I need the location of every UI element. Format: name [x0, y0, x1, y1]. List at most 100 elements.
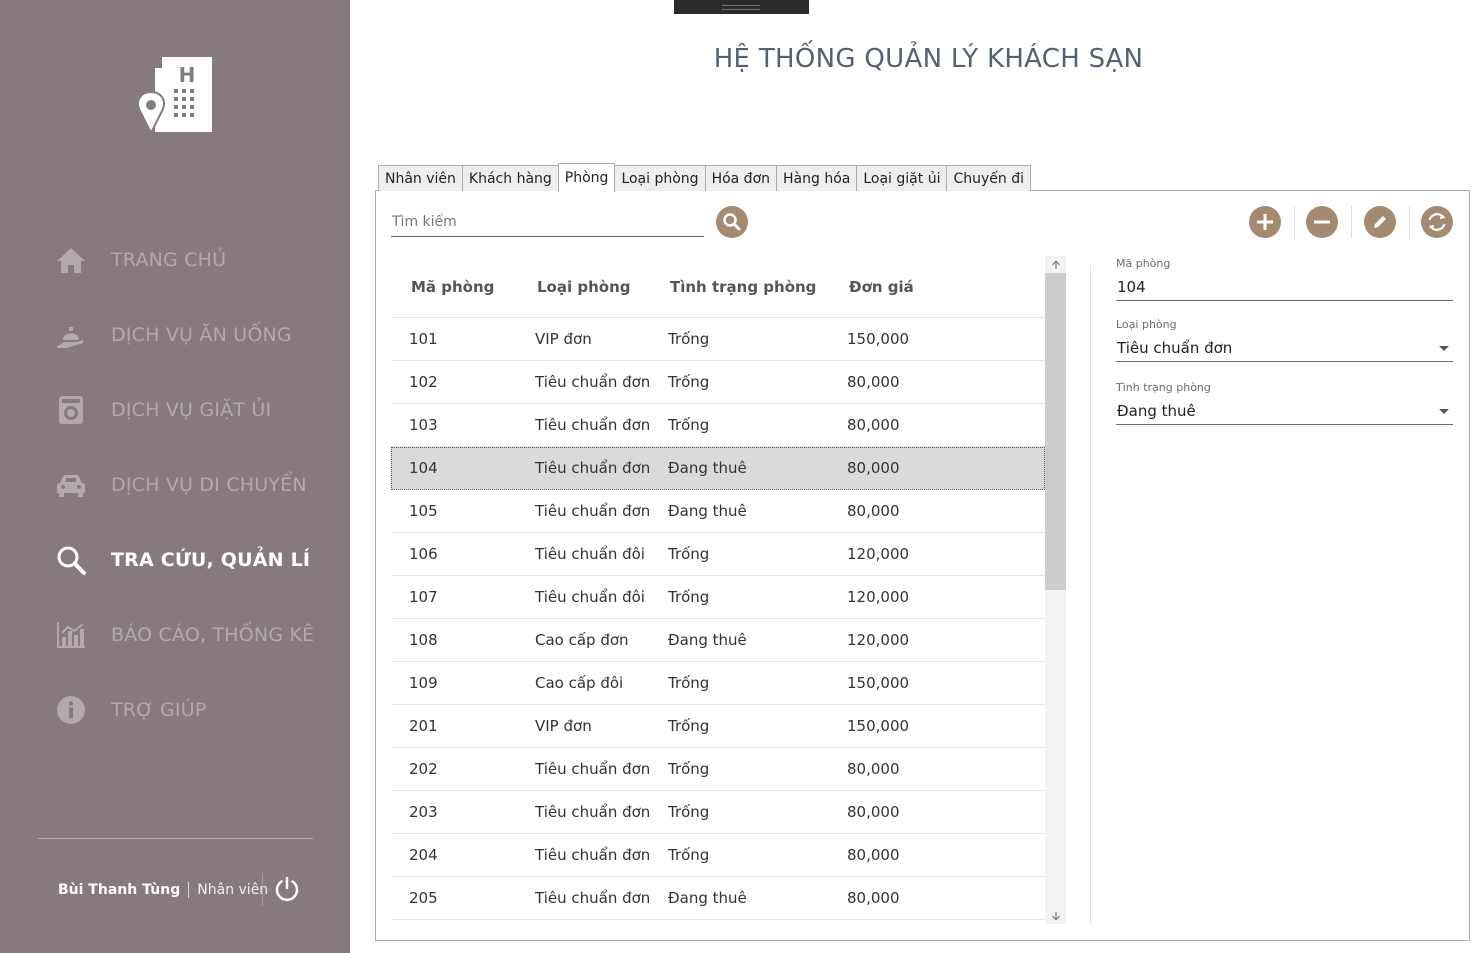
- table-body: 101 VIP đơn Trống 150,000 102 Tiêu chuẩn đơn T…: [391, 318, 1045, 920]
- chart-icon: [55, 619, 87, 651]
- table-cell: 101: [409, 330, 438, 348]
- nav-item-dich-vu-giat-ui[interactable]: DỊCH VỤ GIẶT ỦI: [55, 390, 335, 430]
- delete-button[interactable]: [1306, 206, 1338, 238]
- column-header-loai-phong[interactable]: Loại phòng: [537, 278, 631, 296]
- table-row[interactable]: 205 Tiêu chuẩn đơn Đang thuê 80,000: [391, 877, 1045, 920]
- table-cell: 120,000: [847, 588, 910, 606]
- table-cell: VIP đơn: [535, 717, 592, 735]
- info-icon: [55, 694, 87, 726]
- nav-item-tro-giup[interactable]: TRỢ GIÚP: [55, 690, 335, 730]
- table-cell: Cao cấp đơn: [535, 631, 629, 649]
- table-row[interactable]: 107 Tiêu chuẩn đôi Trống 120,000: [391, 576, 1045, 619]
- table-cell: 80,000: [847, 502, 900, 520]
- window-drag-handle[interactable]: [674, 0, 809, 14]
- tab-chuyen-di[interactable]: Chuyến đi: [946, 165, 1031, 191]
- table-row[interactable]: 203 Tiêu chuẩn đơn Trống 80,000: [391, 791, 1045, 834]
- table-cell: 105: [409, 502, 438, 520]
- table-cell: 204: [409, 846, 438, 864]
- table-row[interactable]: 101 VIP đơn Trống 150,000: [391, 318, 1045, 361]
- loai-phong-select[interactable]: Tiêu chuẩn đơn: [1116, 334, 1453, 362]
- user-info: Bùi Thanh Tùng Nhân viên: [58, 873, 268, 907]
- nav-item-dich-vu-an-uong[interactable]: DỊCH VỤ ĂN UỐNG: [55, 315, 335, 355]
- table-row[interactable]: 108 Cao cấp đơn Đang thuê 120,000: [391, 619, 1045, 662]
- tinh-trang-phong-select[interactable]: Đang thuê: [1116, 397, 1453, 425]
- column-header-don-gia[interactable]: Đơn giá: [849, 278, 914, 296]
- ma-phong-input[interactable]: 104: [1116, 273, 1453, 301]
- nav-label: TRANG CHỦ: [111, 249, 227, 271]
- chevron-down-icon[interactable]: [1439, 346, 1449, 351]
- tinh-trang-phong-value: Đang thuê: [1117, 401, 1196, 420]
- svg-text:H: H: [179, 63, 196, 87]
- table-row[interactable]: 105 Tiêu chuẩn đơn Đang thuê 80,000: [391, 490, 1045, 533]
- tab-loai-phong[interactable]: Loại phòng: [614, 165, 706, 191]
- scrollbar-thumb[interactable]: [1045, 273, 1066, 590]
- tinh-trang-phong-field[interactable]: Tình trạng phòng Đang thuê: [1116, 381, 1453, 425]
- table-row[interactable]: 102 Tiêu chuẩn đơn Trống 80,000: [391, 361, 1045, 404]
- edit-button[interactable]: [1364, 206, 1396, 238]
- column-header-ma-phong[interactable]: Mã phòng: [411, 278, 494, 296]
- table-cell: 80,000: [847, 803, 900, 821]
- nav-item-dich-vu-di-chuyen[interactable]: DỊCH VỤ DI CHUYỂN: [55, 465, 335, 505]
- table-row[interactable]: 103 Tiêu chuẩn đơn Trống 80,000: [391, 404, 1045, 447]
- table-cell: 150,000: [847, 330, 910, 348]
- plus-icon: [1257, 214, 1273, 230]
- sidebar: H TRANG CHỦ DỊCH VỤ ĂN UỐNG DỊCH VỤ GIẶT…: [0, 0, 350, 953]
- nav-label: DỊCH VỤ GIẶT ỦI: [111, 399, 272, 421]
- scroll-up-arrow-icon[interactable]: [1045, 256, 1066, 273]
- vertical-scrollbar[interactable]: [1045, 256, 1066, 924]
- power-icon[interactable]: [274, 876, 300, 902]
- column-header-tinh-trang-phong[interactable]: Tình trạng phòng: [670, 278, 816, 296]
- table-cell: Tiêu chuẩn đơn: [535, 502, 651, 520]
- table-cell: Trống: [668, 373, 710, 391]
- table-cell: Cao cấp đôi: [535, 674, 624, 692]
- table-cell: Tiêu chuẩn đơn: [535, 459, 651, 477]
- table-cell: Tiêu chuẩn đơn: [535, 760, 651, 778]
- refresh-icon: [1428, 213, 1446, 231]
- refresh-button[interactable]: [1421, 206, 1453, 238]
- tab-nhan-vien[interactable]: Nhân viên: [378, 165, 463, 191]
- ma-phong-field[interactable]: Mã phòng 104: [1116, 257, 1453, 301]
- app-window: H TRANG CHỦ DỊCH VỤ ĂN UỐNG DỊCH VỤ GIẶT…: [0, 0, 1482, 953]
- tab-loai-giat-ui[interactable]: Loại giặt ủi: [856, 165, 948, 191]
- table-cell: Tiêu chuẩn đơn: [535, 416, 651, 434]
- table-cell: Đang thuê: [668, 889, 747, 907]
- table-cell: Trống: [668, 846, 710, 864]
- table-row[interactable]: 106 Tiêu chuẩn đôi Trống 120,000: [391, 533, 1045, 576]
- tab-hoa-don[interactable]: Hóa đơn: [704, 165, 778, 191]
- table-row[interactable]: 104 Tiêu chuẩn đơn Đang thuê 80,000: [391, 447, 1045, 490]
- search-input[interactable]: [391, 208, 704, 237]
- tab-khach-hang[interactable]: Khách hàng: [461, 165, 559, 191]
- tinh-trang-phong-label: Tình trạng phòng: [1116, 381, 1211, 394]
- table-cell: 104: [409, 459, 438, 477]
- table-cell: Tiêu chuẩn đơn: [535, 846, 651, 864]
- home-icon: [55, 244, 87, 276]
- table-cell: 80,000: [847, 760, 900, 778]
- table-cell: 106: [409, 545, 438, 563]
- user-name: Bùi Thanh Tùng: [58, 882, 181, 898]
- nav-item-trang-chu[interactable]: TRANG CHỦ: [55, 240, 335, 280]
- table-row[interactable]: 202 Tiêu chuẩn đơn Trống 80,000: [391, 748, 1045, 791]
- table-cell: Trống: [668, 588, 710, 606]
- loai-phong-value: Tiêu chuẩn đơn: [1117, 338, 1233, 357]
- chevron-down-icon[interactable]: [1439, 409, 1449, 414]
- tab-bar: Nhân viên Khách hàng Phòng Loại phòng Hó…: [378, 163, 1031, 192]
- scroll-down-arrow-icon[interactable]: [1045, 907, 1066, 924]
- table-cell: 108: [409, 631, 438, 649]
- nav-item-bao-cao-thong-ke[interactable]: BÁO CÁO, THỐNG KÊ: [55, 615, 335, 655]
- nav-label: DỊCH VỤ DI CHUYỂN: [111, 474, 307, 496]
- table-row[interactable]: 109 Cao cấp đôi Trống 150,000: [391, 662, 1045, 705]
- loai-phong-field[interactable]: Loại phòng Tiêu chuẩn đơn: [1116, 318, 1453, 362]
- tab-hang-hoa[interactable]: Hàng hóa: [776, 165, 858, 191]
- table-row[interactable]: 204 Tiêu chuẩn đơn Trống 80,000: [391, 834, 1045, 877]
- table-cell: Trống: [668, 674, 710, 692]
- tab-phong[interactable]: Phòng: [557, 163, 616, 192]
- table-cell: 202: [409, 760, 438, 778]
- table-cell: Tiêu chuẩn đôi: [535, 588, 645, 606]
- add-button[interactable]: [1249, 206, 1281, 238]
- table-row[interactable]: 201 VIP đơn Trống 150,000: [391, 705, 1045, 748]
- nav-label: TRỢ GIÚP: [111, 699, 207, 721]
- hotel-location-icon: H: [137, 57, 212, 135]
- search-icon: [723, 213, 741, 231]
- search-button[interactable]: [716, 206, 748, 238]
- nav-item-tra-cuu-quan-li[interactable]: TRA CỨU, QUẢN LÍ: [55, 540, 335, 580]
